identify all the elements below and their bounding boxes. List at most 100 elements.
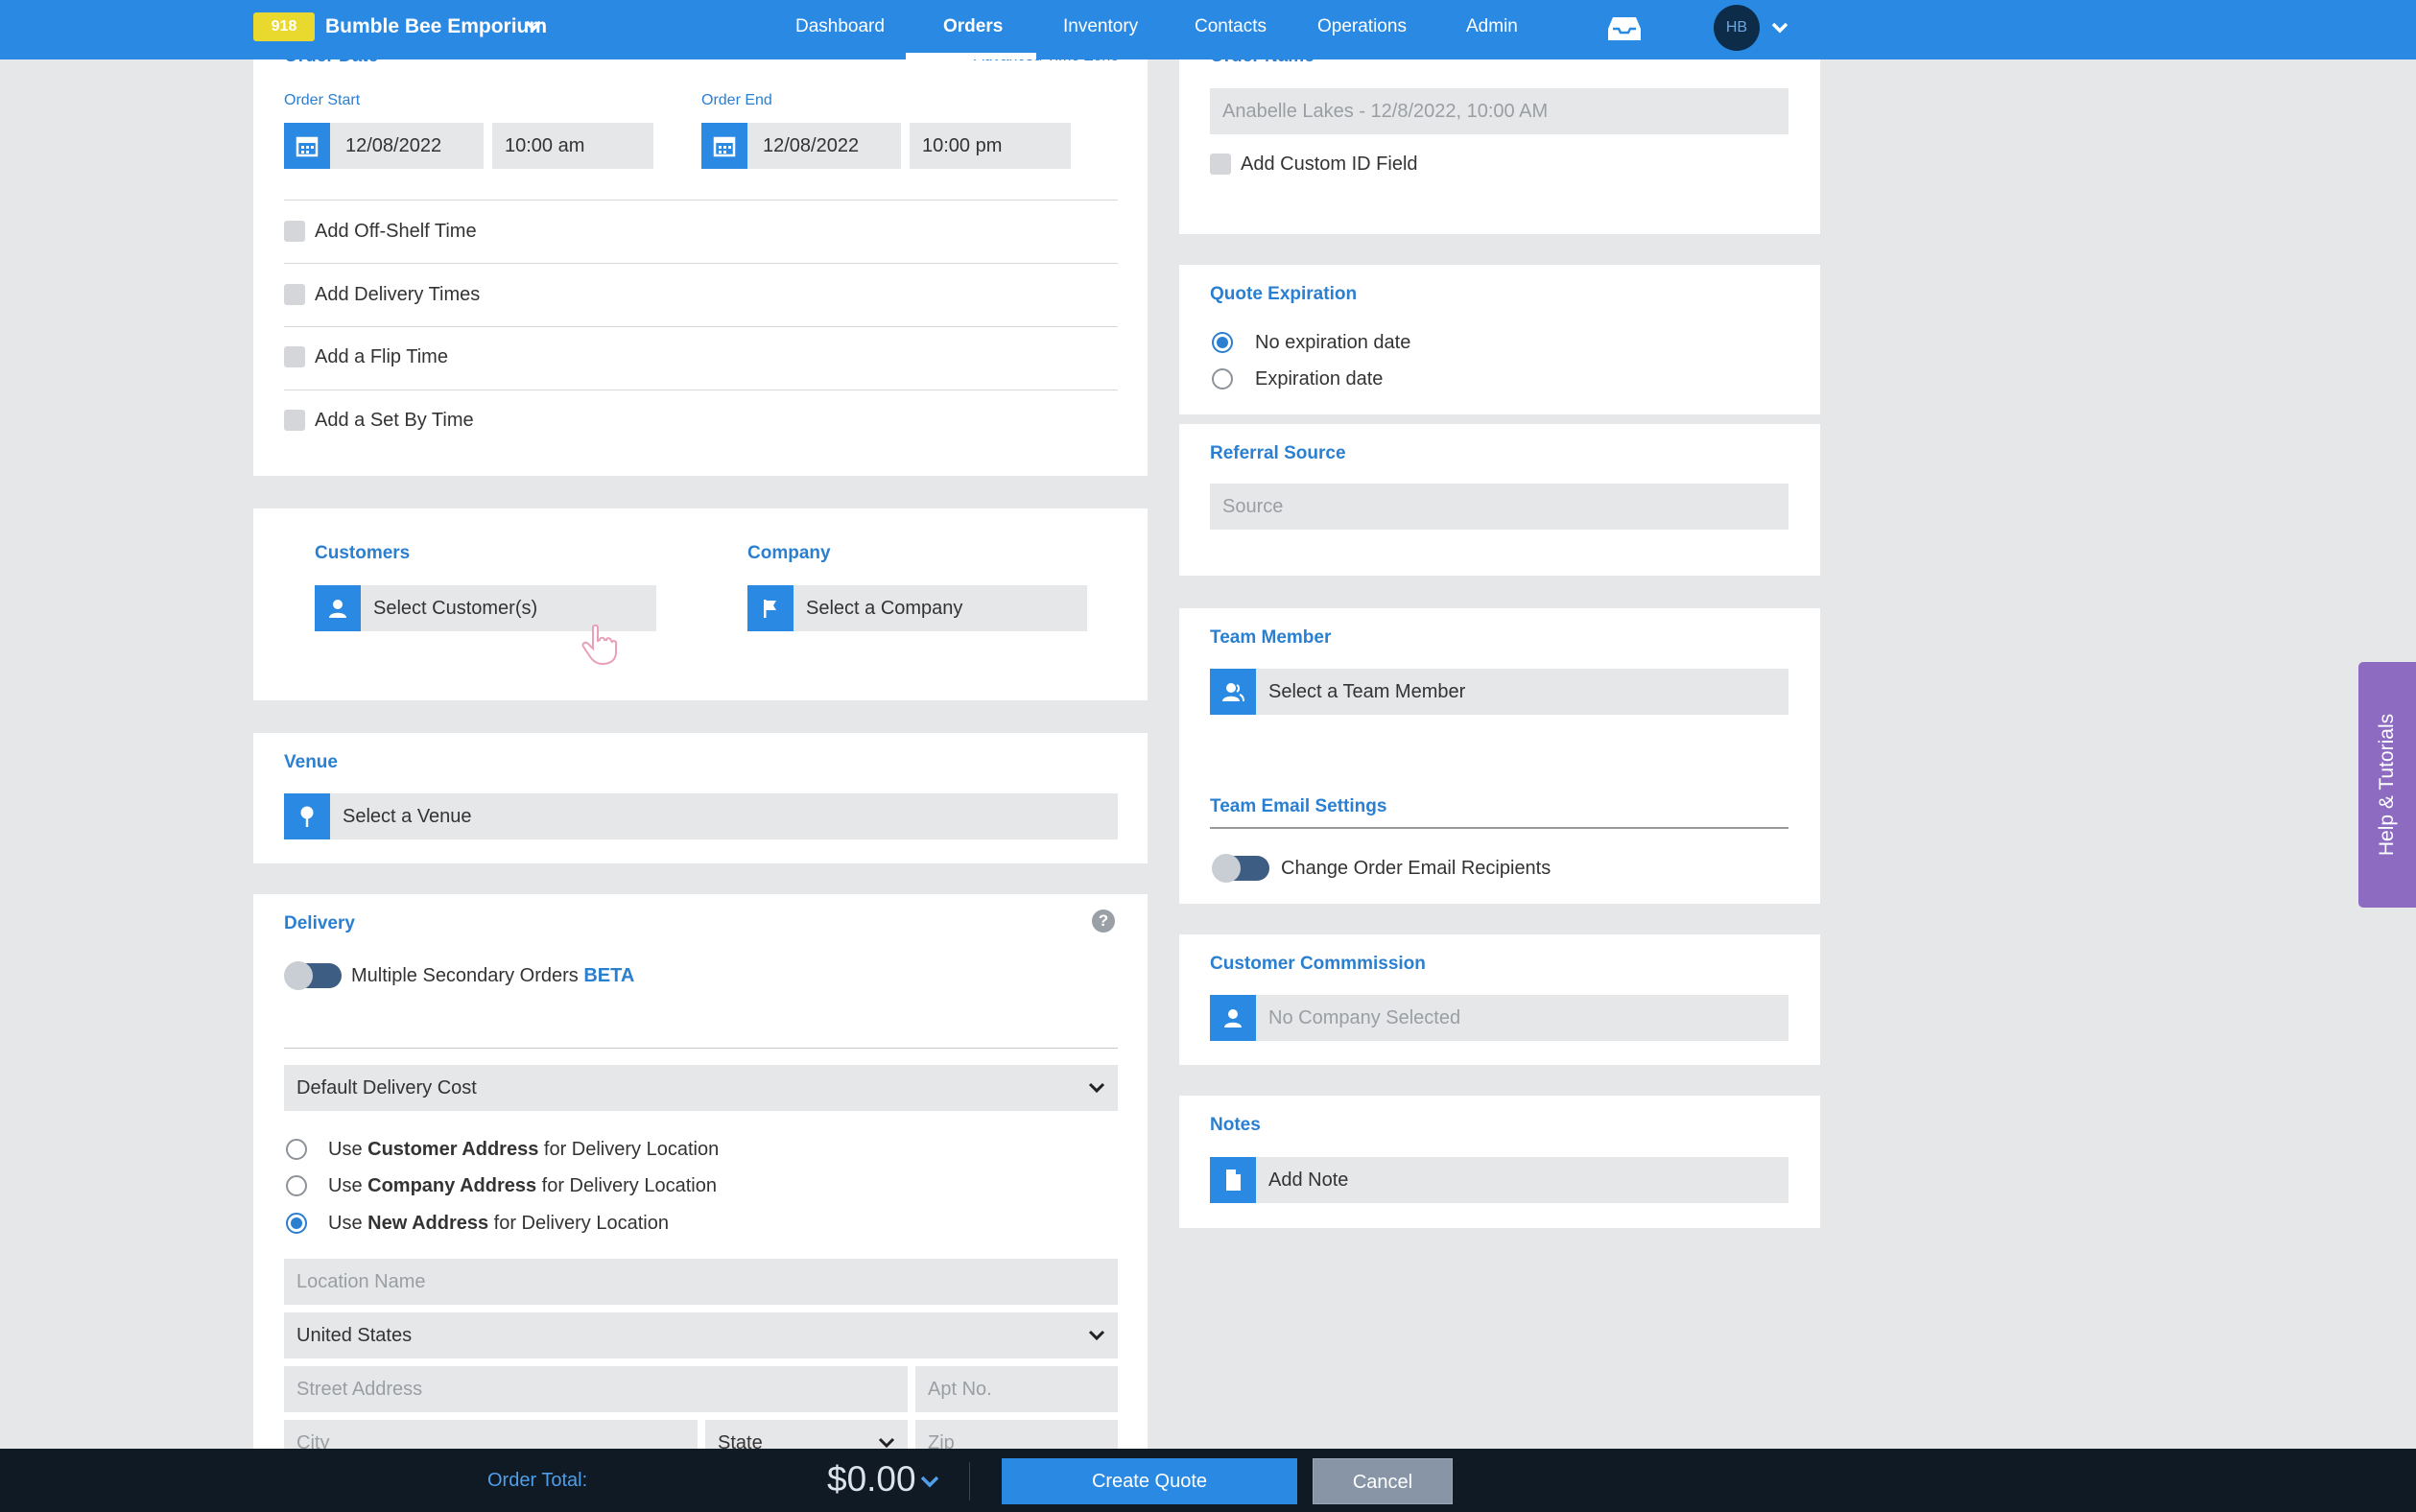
divider: [284, 1048, 1118, 1049]
multiple-secondary-orders-toggle[interactable]: [284, 961, 342, 990]
nav-inventory[interactable]: Inventory: [1063, 16, 1138, 37]
help-tutorials-tab[interactable]: Help & Tutorials: [2358, 662, 2416, 908]
chevron-down-icon: [1088, 1330, 1105, 1341]
end-time-input[interactable]: 10:00 pm: [910, 123, 1071, 169]
customer-address-label[interactable]: Use Customer Address for Delivery Locati…: [328, 1139, 719, 1161]
change-email-recipients-label: Change Order Email Recipients: [1281, 858, 1551, 879]
start-date-calendar-button[interactable]: [284, 123, 330, 169]
street-address-input[interactable]: Street Address: [284, 1366, 908, 1412]
custom-id-label[interactable]: Add Custom ID Field: [1241, 154, 1418, 176]
order-end-label: Order End: [701, 92, 772, 108]
order-total-label: Order Total:: [487, 1470, 588, 1491]
select-venue-button[interactable]: [284, 793, 330, 839]
expiration-date-radio[interactable]: [1212, 368, 1233, 390]
location-name-input[interactable]: Location Name: [284, 1259, 1118, 1305]
company-address-radio[interactable]: [286, 1175, 307, 1196]
apt-number-input[interactable]: Apt No.: [915, 1366, 1118, 1412]
flag-icon: [764, 600, 776, 618]
notes-heading: Notes: [1210, 1115, 1261, 1135]
company-address-label[interactable]: Use Company Address for Delivery Locatio…: [328, 1175, 717, 1197]
select-venue-input[interactable]: Select a Venue: [330, 793, 1118, 839]
expiration-date-label[interactable]: Expiration date: [1255, 368, 1383, 390]
customer-commission-panel: Customer Commmission No Company Selected: [1179, 934, 1820, 1065]
order-name-panel: Order Name Anabelle Lakes - 12/8/2022, 1…: [1179, 38, 1820, 234]
nav-dashboard[interactable]: Dashboard: [795, 16, 885, 37]
customers-panel: Customers Select Customer(s) Company Sel…: [253, 508, 1148, 700]
select-customer-button[interactable]: [315, 585, 361, 631]
flip-time-checkbox[interactable]: [284, 346, 305, 367]
delivery-times-checkbox[interactable]: [284, 284, 305, 305]
company-heading: Company: [747, 543, 831, 563]
commission-user-button[interactable]: [1210, 995, 1256, 1041]
order-start-label: Order Start: [284, 92, 361, 108]
chevron-down-icon[interactable]: [1769, 17, 1790, 38]
end-date-input[interactable]: 12/08/2022: [747, 123, 901, 169]
map-pin-icon: [300, 806, 314, 827]
calendar-icon: [296, 136, 319, 157]
referral-source-panel: Referral Source Source: [1179, 424, 1820, 576]
document-icon: [1226, 1169, 1241, 1191]
divider: [284, 326, 1118, 327]
add-note-input[interactable]: Add Note: [1256, 1157, 1788, 1203]
end-date-calendar-button[interactable]: [701, 123, 747, 169]
new-address-label[interactable]: Use New Address for Delivery Location: [328, 1213, 669, 1235]
new-address-radio[interactable]: [286, 1213, 307, 1234]
divider: [284, 263, 1118, 264]
no-expiration-label[interactable]: No expiration date: [1255, 332, 1410, 354]
team-email-settings-heading: Team Email Settings: [1210, 796, 1387, 816]
order-total-value[interactable]: $0.00: [827, 1459, 916, 1500]
nav-contacts[interactable]: Contacts: [1195, 16, 1267, 37]
customer-commission-heading: Customer Commmission: [1210, 954, 1426, 974]
order-footer-bar: Order Total: $0.00 Create Quote Cancel: [0, 1449, 2416, 1512]
off-shelf-checkbox[interactable]: [284, 221, 305, 242]
user-icon: [1224, 1009, 1242, 1028]
delivery-heading: Delivery: [284, 913, 355, 933]
user-avatar[interactable]: HB: [1714, 5, 1760, 51]
order-name-input[interactable]: Anabelle Lakes - 12/8/2022, 10:00 AM: [1210, 88, 1788, 134]
delivery-times-label[interactable]: Add Delivery Times: [315, 284, 480, 306]
commission-company-input[interactable]: No Company Selected: [1256, 995, 1788, 1041]
custom-id-checkbox[interactable]: [1210, 154, 1231, 175]
delivery-cost-value: Default Delivery Cost: [296, 1077, 477, 1099]
account-badge[interactable]: 918: [253, 12, 315, 41]
create-quote-button[interactable]: Create Quote: [1002, 1458, 1297, 1504]
change-email-recipients-toggle[interactable]: [1212, 854, 1269, 883]
team-member-panel: Team Member Select a Team Member Team Em…: [1179, 608, 1820, 904]
off-shelf-label[interactable]: Add Off-Shelf Time: [315, 221, 477, 243]
delivery-panel: Delivery ? Multiple Secondary Orders BET…: [253, 894, 1148, 1466]
help-icon[interactable]: ?: [1092, 910, 1115, 933]
divider: [1210, 827, 1788, 829]
nav-operations[interactable]: Operations: [1317, 16, 1407, 37]
start-time-input[interactable]: 10:00 am: [492, 123, 653, 169]
flip-time-label[interactable]: Add a Flip Time: [315, 346, 448, 368]
user-icon: [329, 600, 346, 618]
cancel-button[interactable]: Cancel: [1313, 1458, 1453, 1504]
chevron-down-icon: [1088, 1082, 1105, 1094]
beta-badge: BETA: [583, 965, 635, 986]
calendar-icon: [713, 136, 736, 157]
select-team-member-button[interactable]: [1210, 669, 1256, 715]
set-by-time-label[interactable]: Add a Set By Time: [315, 410, 474, 432]
customer-address-radio[interactable]: [286, 1139, 307, 1160]
top-nav: 918 Bumble Bee Emporium Dashboard Orders…: [0, 0, 2416, 59]
customers-heading: Customers: [315, 543, 411, 563]
delivery-cost-select[interactable]: Default Delivery Cost: [284, 1065, 1118, 1111]
set-by-time-checkbox[interactable]: [284, 410, 305, 431]
start-date-input[interactable]: 12/08/2022: [330, 123, 484, 169]
no-expiration-radio[interactable]: [1212, 332, 1233, 353]
select-company-input[interactable]: Select a Company: [793, 585, 1087, 631]
add-note-button[interactable]: [1210, 1157, 1256, 1203]
nav-admin[interactable]: Admin: [1466, 16, 1518, 37]
country-select[interactable]: United States: [284, 1312, 1118, 1358]
referral-source-heading: Referral Source: [1210, 443, 1346, 463]
team-member-heading: Team Member: [1210, 627, 1332, 648]
nav-orders[interactable]: Orders: [943, 16, 1003, 37]
quote-expiration-heading: Quote Expiration: [1210, 284, 1358, 304]
business-name[interactable]: Bumble Bee Emporium: [325, 15, 547, 38]
select-company-button[interactable]: [747, 585, 793, 631]
inbox-icon[interactable]: [1606, 15, 1643, 42]
chevron-down-icon[interactable]: [523, 15, 544, 36]
chevron-down-icon[interactable]: [919, 1472, 940, 1491]
referral-source-input[interactable]: Source: [1210, 484, 1788, 530]
select-team-member-input[interactable]: Select a Team Member: [1256, 669, 1788, 715]
